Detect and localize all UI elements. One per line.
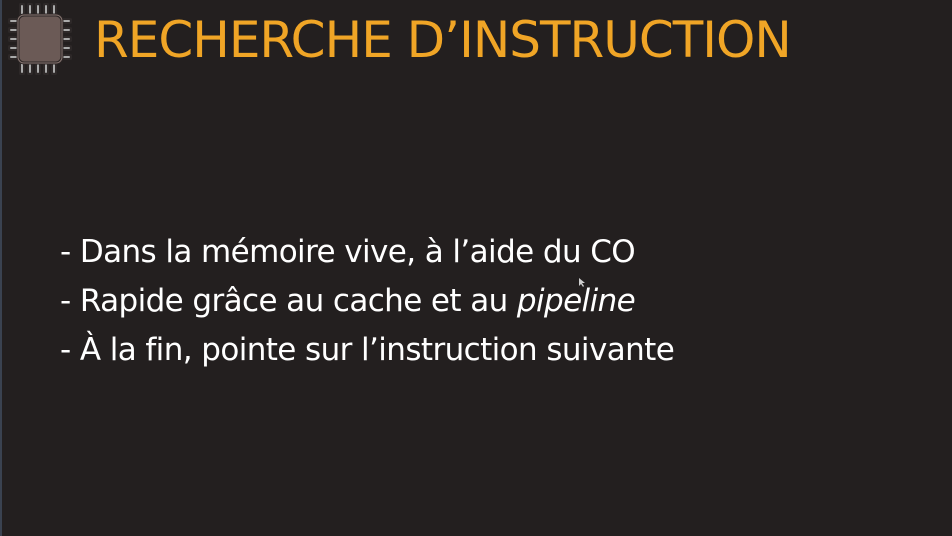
mouse-cursor-icon <box>579 278 585 287</box>
bullet-text: - Rapide grâce au cache et au <box>60 283 517 319</box>
bullet-list: - Dans la mémoire vive, à l’aide du CO -… <box>60 228 675 375</box>
bullet-item: - Dans la mémoire vive, à l’aide du CO <box>60 228 674 277</box>
cpu-chip-icon <box>8 3 72 75</box>
window-edge <box>0 0 2 536</box>
bullet-item: - À la fin, pointe sur l’instruction sui… <box>60 326 675 375</box>
bullet-text: - Dans la mémoire vive, à l’aide du CO <box>60 234 636 270</box>
slide: RECHERCHE D’INSTRUCTION - Dans la mémoir… <box>0 0 952 536</box>
slide-title: RECHERCHE D’INSTRUCTION <box>94 11 792 69</box>
bullet-text: - À la fin, pointe sur l’instruction sui… <box>60 332 675 368</box>
bullet-emphasis: pipeline <box>516 283 636 319</box>
